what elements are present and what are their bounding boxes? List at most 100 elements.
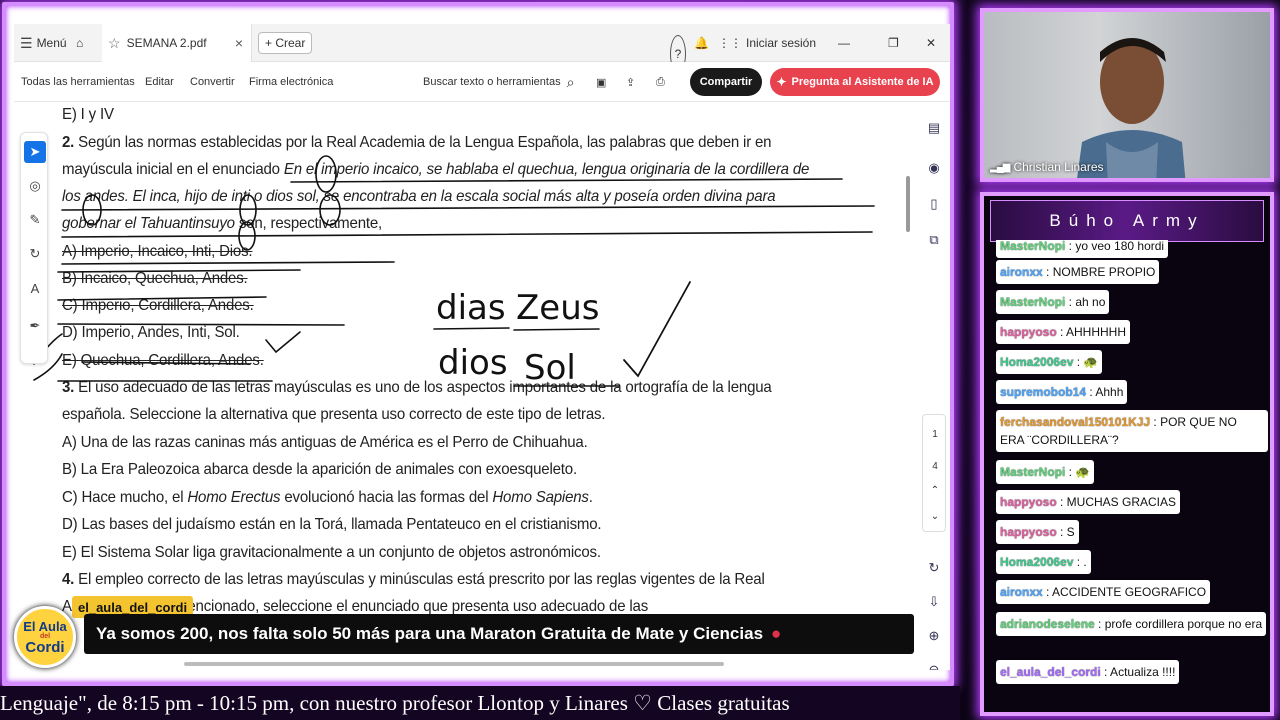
- option-e: E) Quechua, Cordillera, Andes.: [62, 352, 264, 369]
- chat-username[interactable]: Homa2006ev: [1000, 555, 1073, 569]
- presenter-nameplate: ▂▄▆ Christian Linares: [990, 160, 1104, 174]
- quoted-sentence: gobernar el Tahuantinsuyo: [62, 215, 235, 232]
- home-icon[interactable]: ⌂: [76, 24, 83, 62]
- ai-assistant-button[interactable]: ✦ Pregunta al Asistente de IA: [770, 68, 940, 96]
- page-down-icon[interactable]: ⌄: [923, 511, 947, 522]
- restore-icon[interactable]: ❐: [888, 24, 899, 62]
- chat-list[interactable]: MasterNopi : yo veo 180 hordi aironxx : N…: [996, 240, 1268, 712]
- refresh-icon[interactable]: ↻: [924, 558, 944, 578]
- chat-username[interactable]: Homa2006ev: [1000, 355, 1073, 369]
- signin-button[interactable]: Iniciar sesión: [746, 24, 816, 62]
- chat-message: aironxx : NOMBRE PROPIO: [996, 260, 1160, 284]
- chat-username[interactable]: aironxx: [1000, 585, 1043, 599]
- edit-button[interactable]: Editar: [145, 62, 174, 102]
- q3-option-b: B) La Era Paleozoica abarca desde la apa…: [62, 461, 577, 478]
- menu-button[interactable]: ☰ Menú: [20, 24, 67, 62]
- chat-text: : .: [1073, 555, 1087, 569]
- bookmark-icon[interactable]: ▯: [924, 194, 944, 214]
- option-text: E) I y IV: [62, 106, 114, 123]
- menu-label: Menú: [36, 36, 67, 50]
- left-tool-rail: ➤ ◎ ✎ ↻ A ✒: [20, 132, 48, 364]
- chat-username[interactable]: adrianodeselene: [1000, 617, 1095, 631]
- option-a: A) Imperio, Incaico, Inti, Dios.: [62, 243, 253, 260]
- chat-text: : 🐢: [1065, 465, 1091, 479]
- question-text: son, respectivamente,: [234, 215, 383, 232]
- zoom-out-icon[interactable]: ⊖: [924, 660, 944, 670]
- select-cursor-icon[interactable]: ➤: [24, 141, 46, 163]
- signature-icon[interactable]: ✒: [24, 315, 46, 337]
- document-page: E) I y IV 2. Según las normas establecid…: [58, 104, 908, 664]
- alarm-icon: ●: [771, 624, 782, 643]
- channel-tag-label: el_aula_del_cordi: [78, 599, 188, 615]
- ticker-text: Lenguaje", de 8:15 pm - 10:15 pm, con nu…: [0, 690, 790, 715]
- export-icon[interactable]: ⇩: [924, 592, 944, 612]
- search-tools[interactable]: Buscar texto o herramientas ⌕: [423, 62, 574, 102]
- option-c: C) Imperio, Cordillera, Andes.: [62, 297, 254, 314]
- question-text: Según las normas establecidas por la Rea…: [78, 134, 772, 151]
- page-up-icon[interactable]: ⌃: [923, 485, 947, 496]
- ai-assistant-icon: ✦: [776, 75, 787, 89]
- announcement-banner: Ya somos 200, nos falta solo 50 más para…: [84, 614, 914, 654]
- e-sign-button[interactable]: Firma electrónica: [249, 62, 333, 102]
- comments-panel-icon[interactable]: ◉: [924, 158, 944, 178]
- convert-button[interactable]: Convertir: [190, 62, 235, 102]
- horizontal-scrollbar[interactable]: [184, 662, 724, 666]
- chat-message: MasterNopi : ah no: [996, 290, 1110, 314]
- comment-icon[interactable]: ◎: [24, 175, 46, 197]
- highlight-pen-icon[interactable]: ✎: [24, 209, 46, 231]
- current-page[interactable]: 1: [923, 429, 947, 440]
- chat-username[interactable]: happyoso: [1000, 325, 1057, 339]
- zoom-in-icon[interactable]: ⊕: [924, 626, 944, 646]
- option-b: B) Incaico, Quechua, Andes.: [62, 270, 248, 287]
- vertical-scrollbar[interactable]: [906, 176, 910, 232]
- chat-username[interactable]: MasterNopi: [1000, 240, 1065, 253]
- upload-icon[interactable]: ⇪: [626, 62, 635, 102]
- search-label: Buscar texto o herramientas: [423, 76, 561, 88]
- chat-message: MasterNopi : 🐢: [996, 460, 1095, 484]
- chat-message: happyoso : AHHHHHH: [996, 320, 1131, 344]
- share-button[interactable]: Compartir: [690, 68, 762, 96]
- question-text: El uso adecuado de las letras mayúsculas…: [78, 379, 772, 396]
- q3-option-d: D) Las bases del judaísmo están en la To…: [62, 516, 602, 533]
- apps-grid-icon[interactable]: ⋮⋮: [718, 24, 742, 62]
- question-2-line-2: mayúscula inicial en el enunciado En el …: [62, 161, 809, 179]
- window-close-icon[interactable]: ✕: [926, 24, 936, 62]
- chat-username[interactable]: ferchasandoval150101KJJ: [1000, 415, 1150, 429]
- option-text: Homo Sapiens: [492, 489, 589, 506]
- tab-document[interactable]: ☆ SEMANA 2.pdf ×: [102, 24, 252, 62]
- chat-message: adrianodeselene : profe cordillera porqu…: [996, 612, 1267, 636]
- chat-message: happyoso : MUCHAS GRACIAS: [996, 490, 1181, 514]
- tab-document-label: SEMANA 2.pdf: [126, 36, 207, 50]
- chat-username[interactable]: el_aula_del_cordi: [1000, 665, 1101, 679]
- create-button[interactable]: + Crear: [258, 32, 313, 54]
- star-icon[interactable]: ☆: [108, 35, 121, 52]
- minimize-icon[interactable]: —: [838, 24, 850, 62]
- chat-text: : ah no: [1065, 295, 1106, 309]
- chat-title: Búho Army: [990, 200, 1264, 242]
- save-icon[interactable]: ▣: [596, 62, 606, 102]
- chat-username[interactable]: aironxx: [1000, 265, 1043, 279]
- chat-username[interactable]: happyoso: [1000, 525, 1057, 539]
- draw-icon[interactable]: ↻: [24, 243, 46, 265]
- q3-option-a: A) Una de las razas caninas más antiguas…: [62, 434, 588, 451]
- chat-username[interactable]: supremobob14: [1000, 385, 1086, 399]
- chat-text: : MUCHAS GRACIAS: [1056, 495, 1177, 509]
- question-number: 4.: [62, 571, 75, 588]
- copy-pages-icon[interactable]: ⧉: [924, 230, 944, 250]
- bell-icon[interactable]: 🔔: [694, 24, 709, 62]
- ai-summary-icon[interactable]: ▤: [924, 118, 944, 138]
- question-text: mayúscula inicial en el enunciado: [62, 161, 284, 178]
- chat-username[interactable]: happyoso: [1000, 495, 1057, 509]
- all-tools-button[interactable]: Todas las herramientas: [21, 62, 135, 102]
- print-icon[interactable]: ⎙: [656, 62, 665, 102]
- text-box-icon[interactable]: A: [24, 277, 46, 299]
- chat-username[interactable]: MasterNopi: [1000, 465, 1065, 479]
- option-text: evolucionó hacia las formas del: [280, 489, 493, 506]
- right-tool-rail: ▤ ◉ ▯ ⧉ 1 4 ⌃ ⌄ ↻ ⇩ ⊕ ⊖: [918, 114, 950, 670]
- page-navigator: 1 4 ⌃ ⌄: [922, 414, 946, 532]
- stream-overlay: ☰ Menú ⌂ ☆ SEMANA 2.pdf × + Crear ? 🔔 ⋮⋮…: [0, 0, 1280, 720]
- chat-message: Homa2006ev : .: [996, 550, 1091, 574]
- option-text: Homo Erectus: [187, 489, 281, 506]
- close-tab-icon[interactable]: ×: [235, 35, 243, 51]
- chat-username[interactable]: MasterNopi: [1000, 295, 1065, 309]
